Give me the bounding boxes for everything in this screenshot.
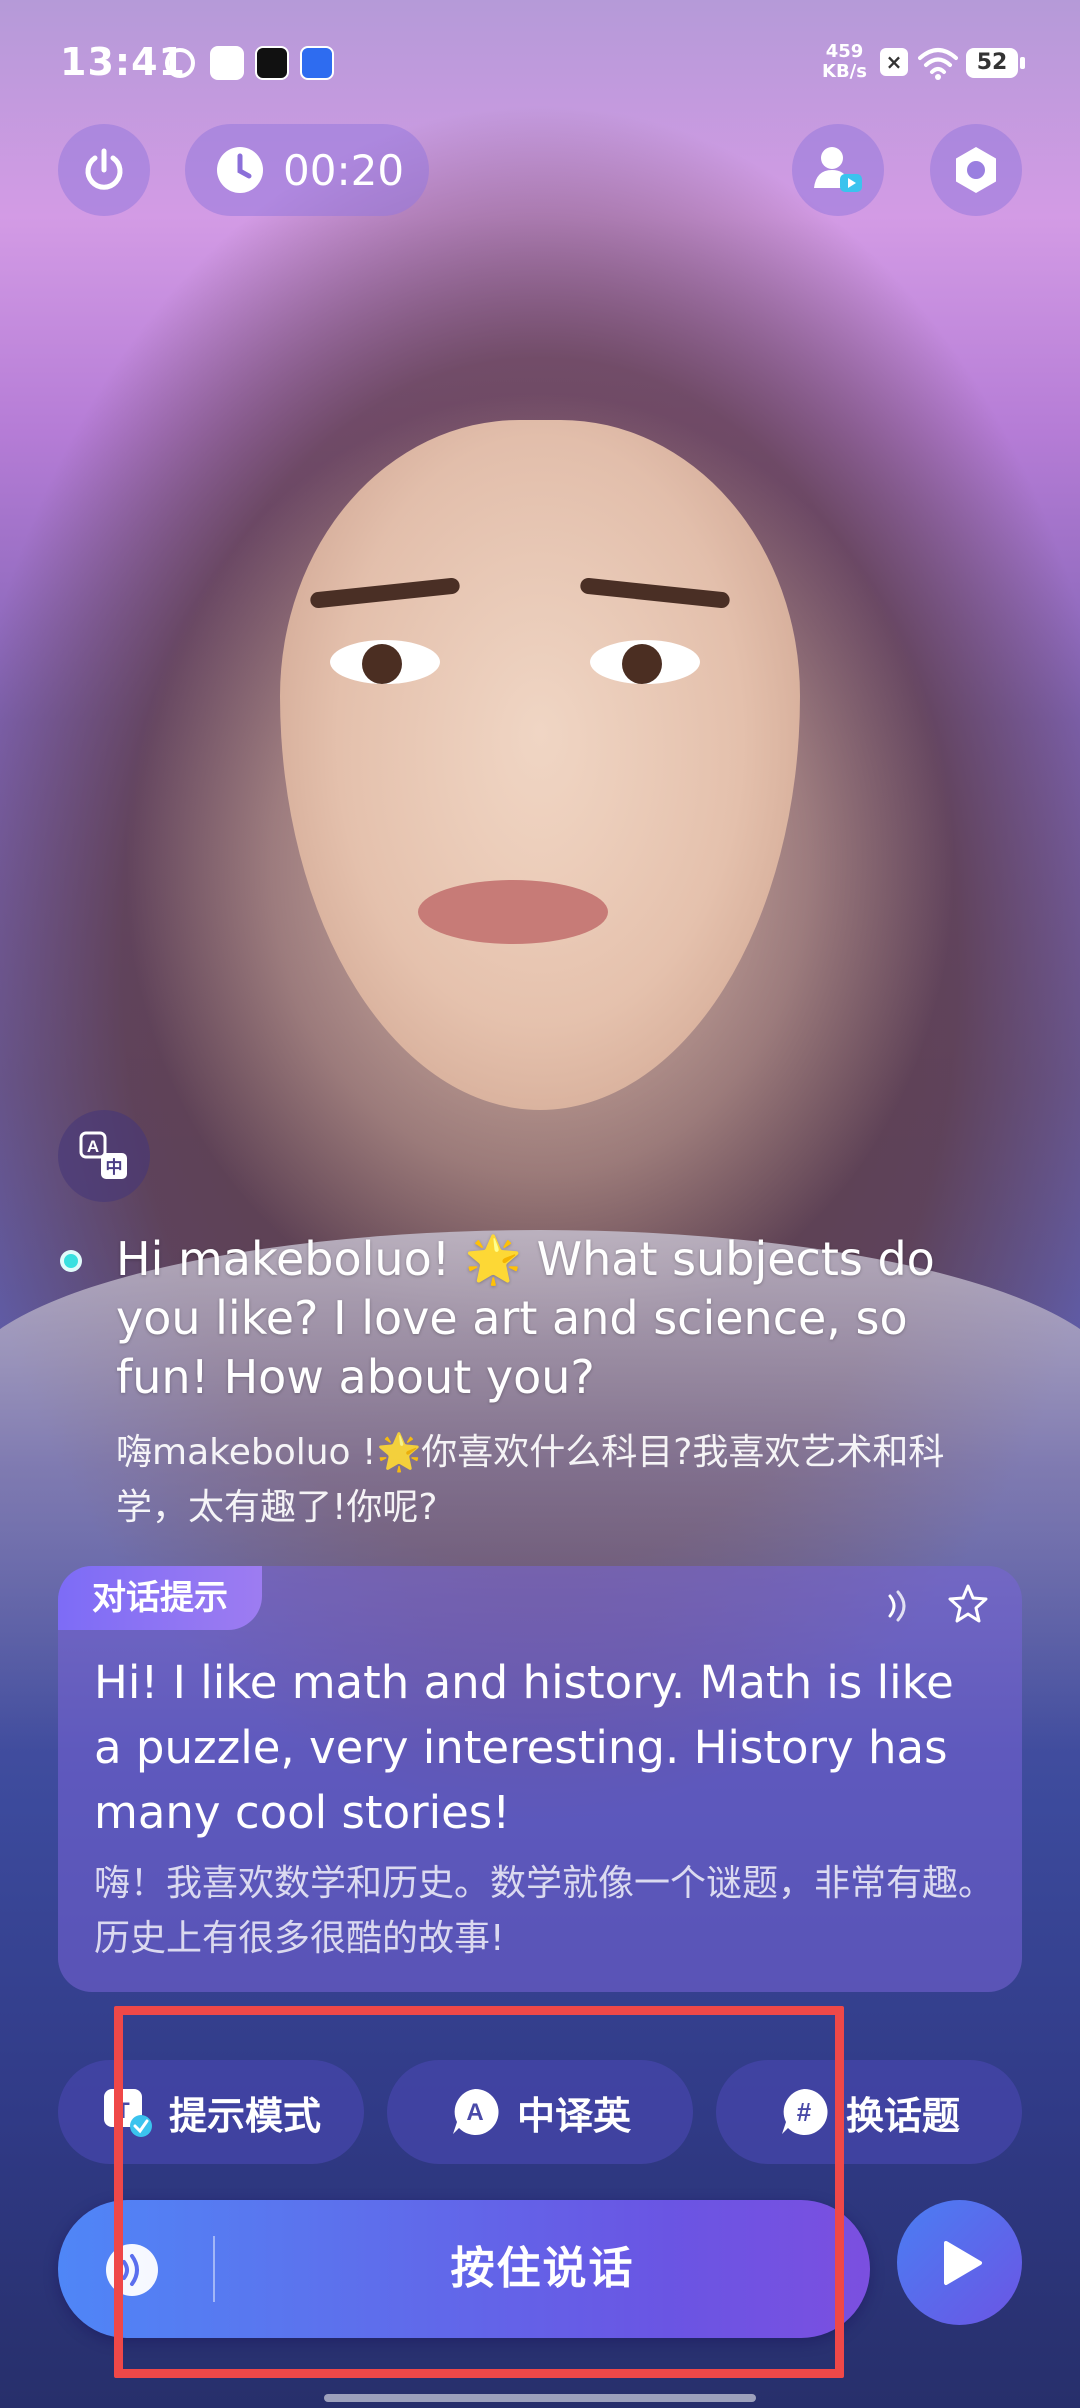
- switch-avatar-button[interactable]: [792, 124, 884, 216]
- home-indicator[interactable]: [324, 2394, 756, 2402]
- highlight-annotation-box: [114, 2006, 844, 2378]
- svg-text:A: A: [87, 1137, 99, 1156]
- play-button[interactable]: [897, 2200, 1022, 2325]
- wifi-icon: [918, 48, 958, 80]
- change-topic-label: 换话题: [845, 2093, 960, 2138]
- portrait-left-eye: [330, 640, 440, 684]
- hint-english-text: Hi! I like math and history. Math is lik…: [94, 1656, 954, 1839]
- network-speed: 459 KB/s: [822, 42, 867, 82]
- mail-notification-icon: [210, 46, 244, 80]
- ai-message-english: Hi makeboluo! 🌟 What subjects do you lik…: [116, 1232, 935, 1404]
- play-icon: [943, 2240, 982, 2285]
- settings-hex-icon: [956, 147, 996, 193]
- clock-icon: [217, 147, 263, 193]
- favorite-star-icon[interactable]: [946, 1582, 990, 1626]
- no-sim-icon: ×: [880, 48, 908, 76]
- portrait-lips: [418, 880, 608, 944]
- power-button[interactable]: [58, 124, 150, 216]
- app-badge-notification-icon: [300, 46, 334, 80]
- tiktok-notification-icon: [255, 46, 289, 80]
- network-speed-unit: KB/s: [822, 61, 867, 82]
- status-bar: 13:41 459 KB/s × 52: [0, 0, 1080, 110]
- battery-indicator: 52: [966, 48, 1025, 78]
- portrait-right-eye: [590, 640, 700, 684]
- hint-card-tag: 对话提示: [58, 1566, 262, 1630]
- hint-chinese-text: 嗨！我喜欢数学和历史。数学就像一个谜题，非常有趣。历史上有很多很酷的故事!: [94, 1863, 995, 1959]
- network-speed-value: 459: [825, 41, 864, 62]
- timer-text: 00:20: [283, 145, 405, 195]
- speaking-indicator-dot: [60, 1250, 82, 1272]
- timer-display: 00:20: [185, 124, 429, 216]
- speaker-icon[interactable]: [878, 1586, 918, 1626]
- translate-icon: A 中: [79, 1131, 127, 1179]
- ai-message-chinese: 嗨makeboluo !🌟你喜欢什么科目?我喜欢艺术和科学，太有趣了!你呢?: [116, 1432, 945, 1528]
- power-icon: [85, 148, 123, 190]
- settings-button[interactable]: [930, 124, 1022, 216]
- app-notification-icon: [165, 48, 195, 78]
- translate-toggle-button[interactable]: A 中: [58, 1110, 150, 1202]
- dialogue-hint-card: 对话提示 Hi! I like math and history. Math i…: [58, 1566, 1022, 1992]
- avatar-video-icon: [814, 147, 862, 192]
- svg-text:中: 中: [106, 1157, 123, 1178]
